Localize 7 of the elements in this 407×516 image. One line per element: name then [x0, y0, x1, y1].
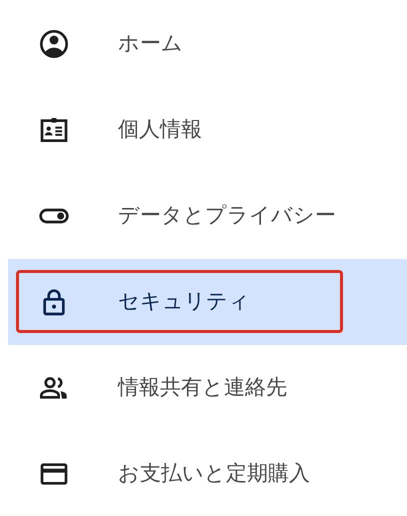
sidebar-item[interactable]: 個人情報 [8, 87, 407, 173]
sidebar-item[interactable]: ホーム [8, 1, 407, 87]
person-circle-icon [38, 28, 70, 60]
sidebar-item[interactable]: セキュリティ [8, 259, 407, 345]
sidebar-item[interactable]: データとプライバシー [8, 173, 407, 259]
sidebar-item[interactable]: 情報共有と連絡先 [8, 345, 407, 431]
sidebar-item[interactable]: お支払いと定期購入 [8, 431, 407, 516]
